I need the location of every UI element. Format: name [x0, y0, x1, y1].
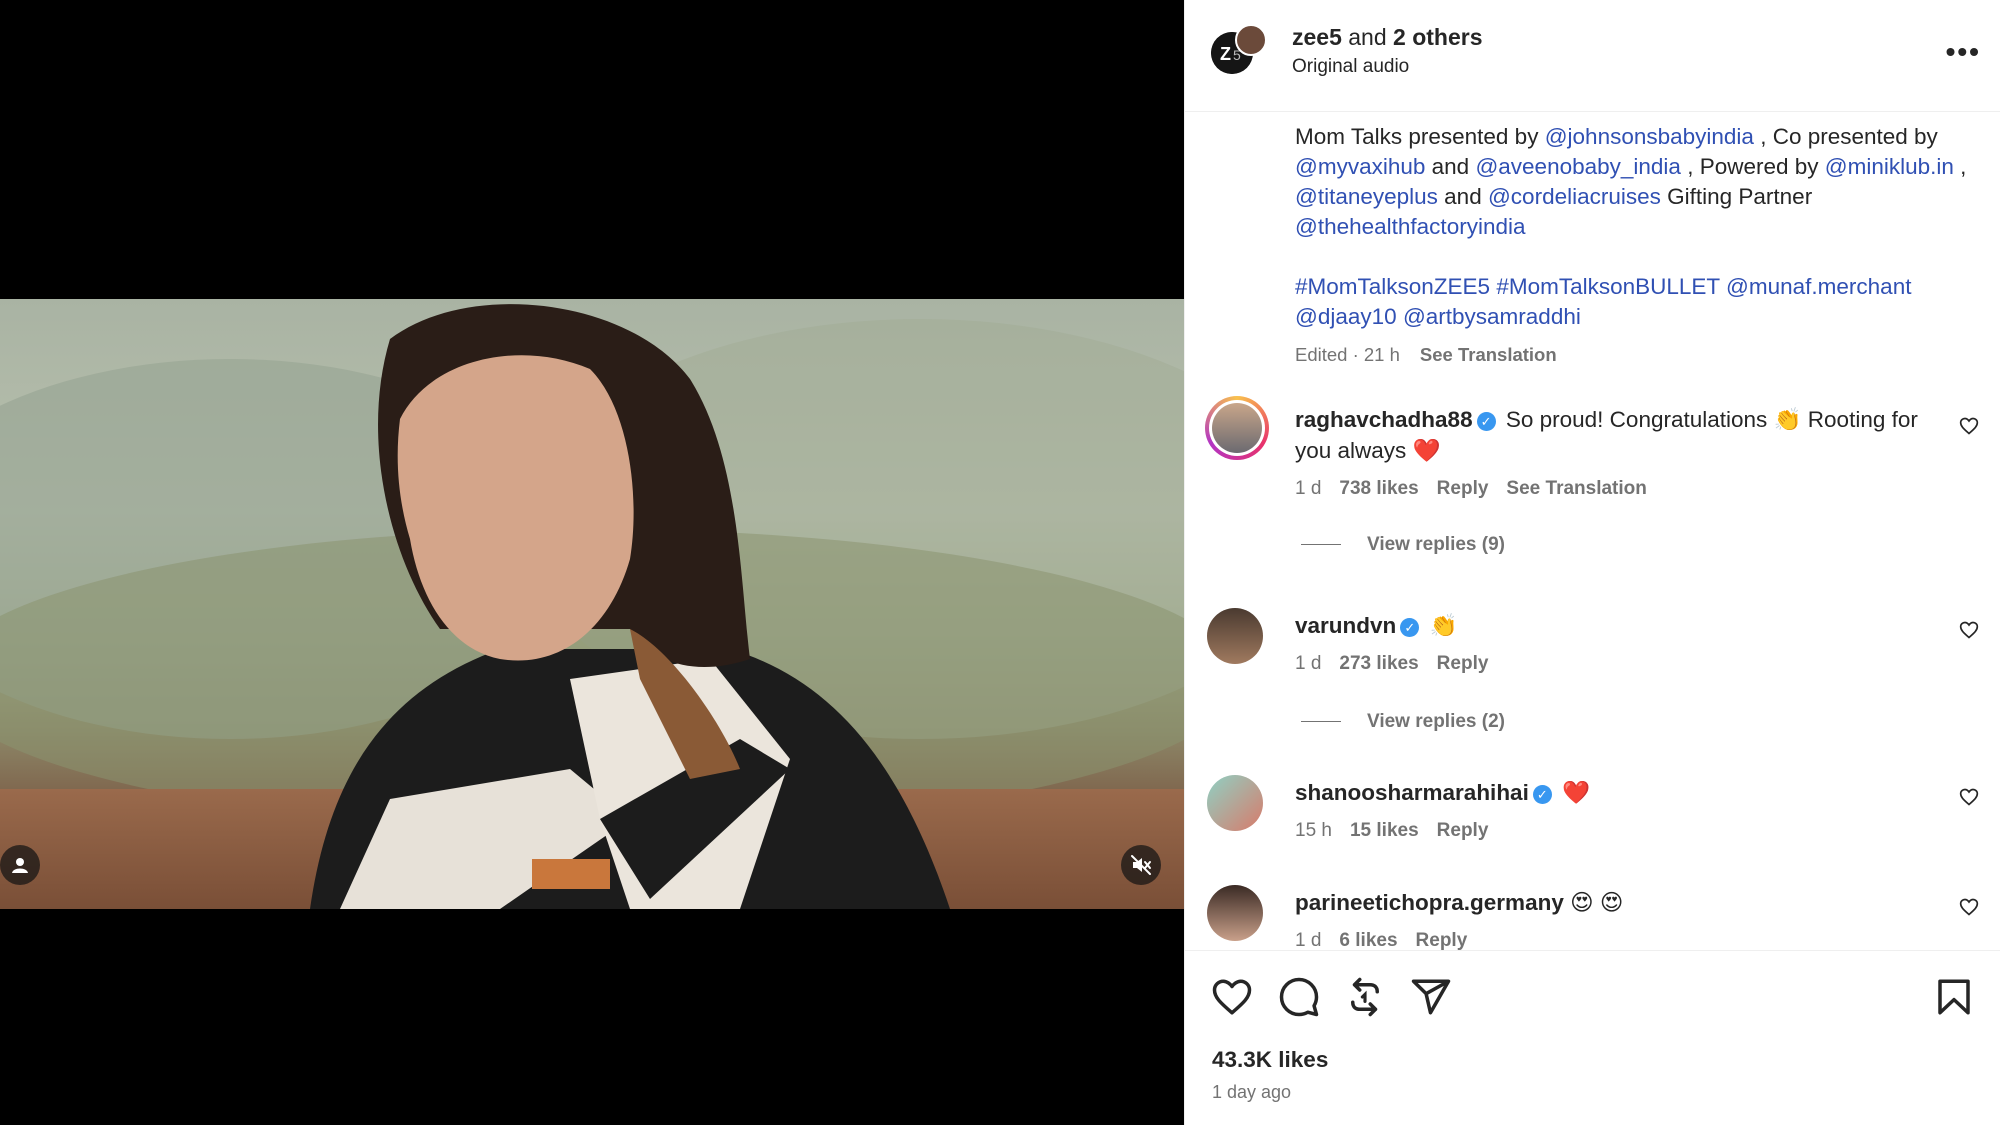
comment-meta: 1 d 273 likes Reply — [1295, 653, 1506, 675]
comment-icon[interactable] — [1278, 976, 1320, 1018]
see-translation-link[interactable]: See Translation — [1420, 344, 1557, 365]
mention-link[interactable]: @aveenobaby_india — [1475, 154, 1681, 179]
mute-button[interactable] — [1121, 845, 1161, 885]
bookmark-icon[interactable] — [1933, 976, 1975, 1018]
comment-like-icon[interactable] — [1959, 897, 1979, 917]
post-header: Z 5 zee5 and 2 others Original audio ••• — [1185, 0, 2000, 112]
reply-button[interactable]: Reply — [1437, 653, 1489, 674]
authors-joiner: and — [1341, 24, 1394, 50]
replies-divider — [1301, 721, 1341, 723]
user-tag-button[interactable] — [0, 845, 40, 885]
commenter-username[interactable]: varundvn — [1295, 613, 1396, 638]
comment-meta: 1 d 738 likes Reply See Translation — [1295, 478, 1665, 500]
post-likes-count[interactable]: 43.3K likes — [1212, 1047, 1328, 1073]
caption-text: , — [1953, 154, 1967, 179]
comment-like-icon[interactable] — [1959, 416, 1979, 436]
commenter-username[interactable]: raghavchadha88 — [1295, 407, 1473, 432]
post-time[interactable]: 1 day ago — [1212, 1082, 1291, 1103]
user-tag-icon — [12, 858, 28, 873]
view-replies-label[interactable]: View replies (2) — [1367, 711, 1505, 732]
hashtag-link[interactable]: #MomTalksonBULLET — [1496, 274, 1719, 299]
reply-button[interactable]: Reply — [1416, 930, 1468, 950]
mention-link[interactable]: @titaneyeplus — [1295, 184, 1438, 209]
video-frame[interactable] — [0, 299, 1184, 909]
verified-icon: ✓ — [1476, 412, 1496, 431]
others-link[interactable]: 2 others — [1393, 24, 1482, 50]
verified-icon: ✓ — [1532, 785, 1552, 804]
mention-link[interactable]: @cordeliacruises — [1488, 184, 1661, 209]
audio-link[interactable]: Original audio — [1292, 56, 1409, 78]
mention-link[interactable]: @artbysamraddhi — [1403, 304, 1581, 329]
commenter-avatar[interactable] — [1207, 775, 1263, 831]
caption-text: Mom Talks presented by — [1295, 124, 1545, 149]
media-area[interactable] — [0, 0, 1184, 1125]
caption-text: and — [1437, 184, 1488, 209]
person-in-video — [310, 304, 950, 909]
svg-text:Z: Z — [1220, 44, 1231, 64]
heart-icon[interactable] — [1211, 976, 1253, 1018]
caption-text: and — [1425, 154, 1476, 179]
mention-link[interactable]: @munaf.merchant — [1726, 274, 1911, 299]
reply-button[interactable]: Reply — [1437, 478, 1489, 499]
mention-link[interactable]: @miniklub.in — [1825, 154, 1954, 179]
comment-time: 1 d — [1295, 930, 1322, 950]
comment-likes[interactable]: 6 likes — [1339, 930, 1397, 950]
comment-like-icon[interactable] — [1959, 787, 1979, 807]
comment-time: 1 d — [1295, 653, 1322, 674]
replies-divider — [1301, 544, 1341, 546]
mention-link[interactable]: @djaay10 — [1295, 304, 1397, 329]
comment-body: varundvn ✓ 👏 — [1295, 610, 1925, 641]
comments-scroll-area[interactable]: Mom Talks presented by @johnsonsbabyindi… — [1185, 112, 2000, 950]
view-replies-label[interactable]: View replies (9) — [1367, 534, 1505, 555]
verified-icon: ✓ — [1400, 618, 1420, 637]
mention-link[interactable]: @johnsonsbabyindia — [1545, 124, 1754, 149]
mention-link[interactable]: @myvaxihub — [1295, 154, 1425, 179]
comment-text: ❤️ — [1562, 780, 1591, 805]
comment-body: raghavchadha88 ✓ So proud! Congratulation… — [1295, 404, 1925, 466]
view-replies-button[interactable]: View replies (2) — [1301, 711, 1505, 733]
mute-icon — [1131, 855, 1151, 875]
repost-icon[interactable] — [1344, 976, 1386, 1018]
comment-time: 15 h — [1295, 820, 1332, 841]
post-authors: zee5 and 2 others — [1292, 24, 1483, 51]
post-viewer: Z 5 zee5 and 2 others Original audio •••… — [0, 0, 2000, 1125]
comment-time: 1 d — [1295, 478, 1322, 499]
comment-text: 😍 😍 — [1570, 890, 1624, 915]
comment-meta: 15 h 15 likes Reply — [1295, 820, 1506, 842]
caption-text: , Powered by — [1680, 154, 1825, 179]
edited-time: Edited · 21 h — [1295, 344, 1400, 365]
commenter-username[interactable]: parineetichopra.germany — [1295, 890, 1564, 915]
commenter-avatar[interactable] — [1205, 396, 1269, 460]
share-icon[interactable] — [1410, 976, 1452, 1018]
comment-body: parineetichopra.germany 😍 😍 — [1295, 887, 1925, 918]
caption-text: Gifting Partner — [1660, 184, 1813, 209]
post-actions-footer: 43.3K likes 1 day ago — [1185, 950, 2000, 1126]
commenter-avatar[interactable] — [1207, 608, 1263, 664]
see-translation-link[interactable]: See Translation — [1506, 478, 1646, 499]
hashtag-link[interactable]: #MomTalksonZEE5 — [1295, 274, 1490, 299]
comment-likes[interactable]: 738 likes — [1339, 478, 1418, 499]
comment-text: 👏 — [1429, 613, 1458, 638]
reply-button[interactable]: Reply — [1437, 820, 1489, 841]
post-caption: Mom Talks presented by @johnsonsbabyindi… — [1295, 122, 1975, 370]
comment-likes[interactable]: 15 likes — [1350, 820, 1419, 841]
comment-body: shanoosharmarahihai ✓ ❤️ — [1295, 777, 1925, 808]
comment-likes[interactable]: 273 likes — [1339, 653, 1418, 674]
commenter-username[interactable]: shanoosharmarahihai — [1295, 780, 1529, 805]
post-side-panel: Z 5 zee5 and 2 others Original audio •••… — [1184, 0, 2000, 1125]
caption-meta: Edited · 21 h See Translation — [1295, 340, 1975, 370]
mention-link[interactable]: @thehealthfactoryindia — [1295, 214, 1525, 239]
view-replies-button[interactable]: View replies (9) — [1301, 534, 1505, 556]
commenter-avatar[interactable] — [1207, 885, 1263, 941]
more-options-icon[interactable]: ••• — [1946, 36, 1981, 68]
caption-text: , Co presented by — [1753, 124, 1938, 149]
author-name[interactable]: zee5 — [1292, 24, 1342, 50]
collaborator-avatar[interactable] — [1235, 24, 1267, 56]
comment-meta: 1 d 6 likes Reply — [1295, 930, 1485, 950]
comment-like-icon[interactable] — [1959, 620, 1979, 640]
